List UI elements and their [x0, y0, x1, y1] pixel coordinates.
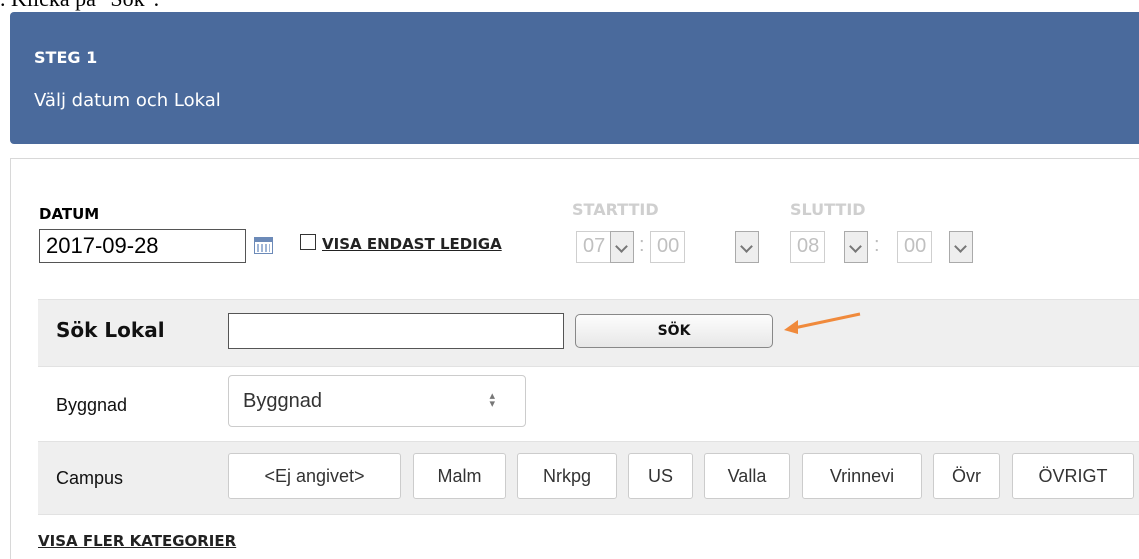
- show-more-categories-link[interactable]: VISA FLER KATEGORIER: [38, 532, 236, 550]
- search-label: Sök Lokal: [56, 318, 165, 342]
- sort-arrows-icon: ▴ ▾: [489, 390, 495, 410]
- start-minute-select[interactable]: 00: [650, 231, 685, 263]
- visa-endast-lediga-link[interactable]: VISA ENDAST LEDIGA: [322, 235, 502, 253]
- start-hour-select[interactable]: 07: [576, 231, 611, 263]
- visa-endast-lediga-checkbox[interactable]: [300, 234, 316, 250]
- campus-option-ovrigt[interactable]: ÖVRIGT: [1012, 453, 1134, 499]
- step-subtitle: Välj datum och Lokal: [34, 90, 221, 111]
- campus-option-ej-angivet[interactable]: <Ej angivet>: [228, 453, 401, 499]
- chevron-down-icon[interactable]: [949, 231, 973, 263]
- building-row: [38, 367, 1139, 441]
- step-title: STEG 1: [34, 48, 98, 67]
- calendar-icon[interactable]: [254, 237, 273, 254]
- chevron-down-icon[interactable]: [610, 231, 634, 263]
- step-header: STEG 1 Välj datum och Lokal: [10, 12, 1139, 144]
- building-select-value: Byggnad: [243, 390, 322, 412]
- chevron-down-icon[interactable]: [735, 231, 759, 263]
- date-label: DATUM: [39, 205, 100, 223]
- building-label: Byggnad: [56, 395, 128, 415]
- campus-option-valla[interactable]: Valla: [704, 453, 790, 499]
- building-select[interactable]: Byggnad ▴ ▾: [228, 375, 526, 427]
- time-colon: :: [639, 234, 645, 256]
- campus-option-nrkpg[interactable]: Nrkpg: [517, 453, 617, 499]
- date-input[interactable]: [39, 229, 246, 263]
- pointer-arrow-icon: [784, 312, 861, 334]
- sluttid-label: SLUTTID: [790, 200, 866, 219]
- campus-option-vrinnevi[interactable]: Vrinnevi: [802, 453, 922, 499]
- end-minute-select[interactable]: 00: [897, 231, 932, 263]
- instruction-caption: . Klicka på "Sök".: [0, 0, 159, 12]
- starttid-label: STARTTID: [572, 200, 659, 219]
- campus-option-ovr[interactable]: Övr: [933, 453, 1000, 499]
- time-colon: :: [874, 234, 880, 256]
- end-hour-select[interactable]: 08: [790, 231, 825, 263]
- campus-label: Campus: [56, 468, 124, 488]
- search-button[interactable]: SÖK: [575, 314, 773, 348]
- campus-option-malm[interactable]: Malm: [413, 453, 506, 499]
- search-input[interactable]: [228, 313, 564, 349]
- campus-option-us[interactable]: US: [628, 453, 693, 499]
- chevron-down-icon[interactable]: [844, 231, 868, 263]
